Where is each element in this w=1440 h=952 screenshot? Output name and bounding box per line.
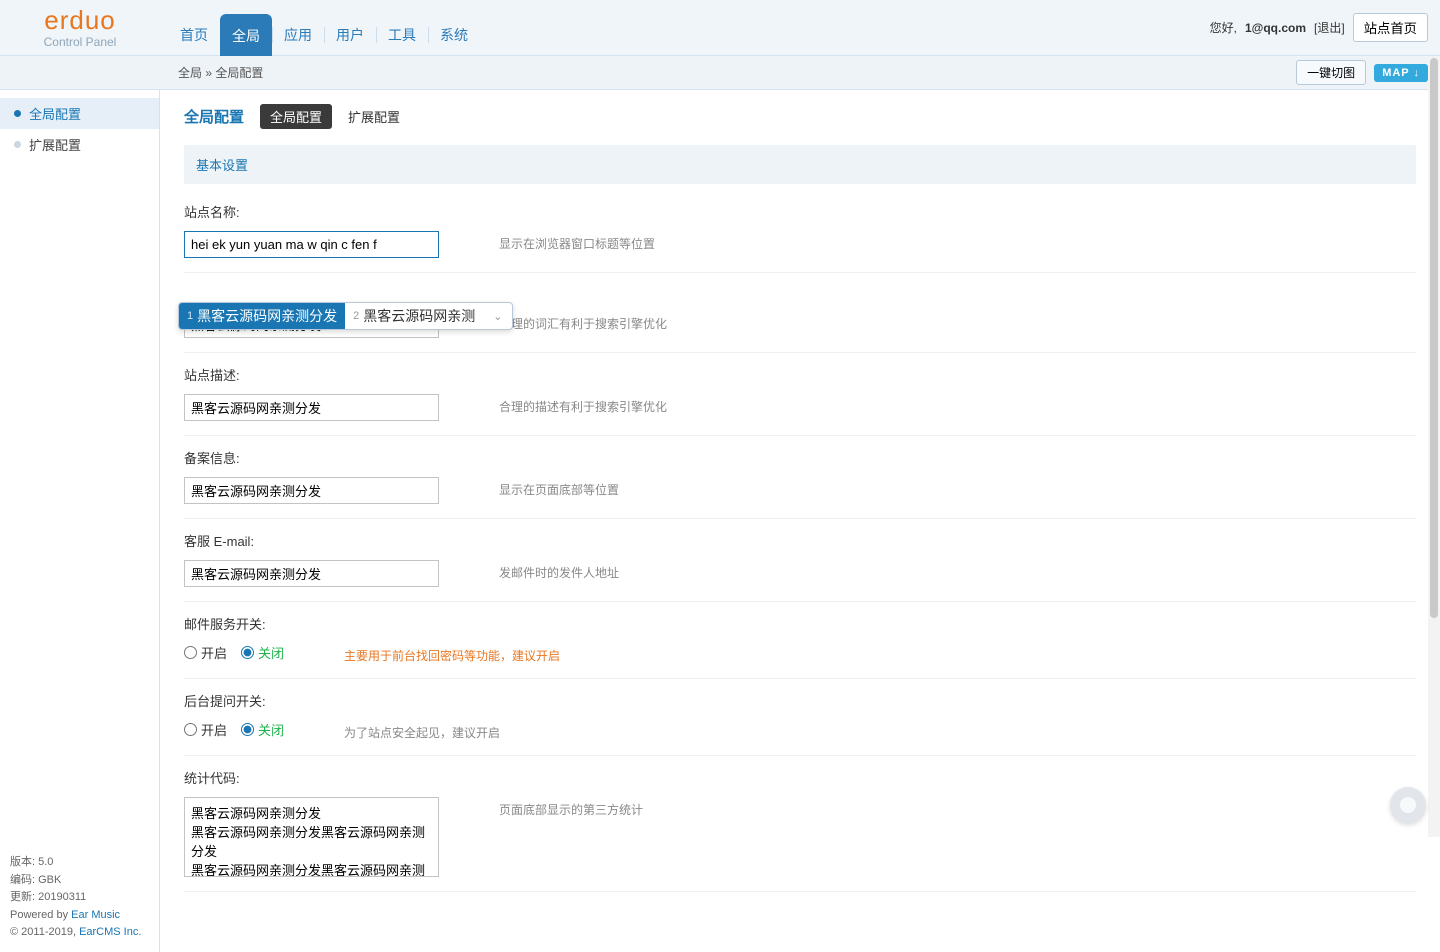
chevron-down-icon[interactable]: ⌄ bbox=[483, 310, 512, 323]
icp-input[interactable] bbox=[184, 477, 439, 504]
scrollbar-thumb[interactable] bbox=[1430, 58, 1438, 618]
help-bubble-button[interactable] bbox=[1390, 787, 1426, 823]
breadcrumb-actions: 一键切图 MAP ↓ bbox=[1296, 60, 1428, 85]
current-user: 1@qq.com bbox=[1245, 21, 1306, 35]
powered-by-text: Powered by Ear Music bbox=[10, 907, 149, 925]
site-name-input-wrap: 1 黑客云源码网亲测分发 2 黑客云源码网亲测 ⌄ bbox=[184, 231, 439, 258]
hint-email: 发邮件时的发件人地址 bbox=[499, 560, 619, 581]
stats-textarea[interactable] bbox=[184, 797, 439, 877]
update-text: 更新: 20190311 bbox=[10, 889, 149, 907]
sidebar-item-label: 扩展配置 bbox=[29, 135, 81, 154]
switch-layout-button[interactable]: 一键切图 bbox=[1296, 60, 1366, 85]
label-icp: 备案信息: bbox=[184, 448, 1416, 467]
row-stats: 统计代码: 页面底部显示的第三方统计 bbox=[184, 756, 1416, 892]
email-input[interactable] bbox=[184, 560, 439, 587]
sidebar-list: 全局配置 扩展配置 bbox=[0, 98, 159, 846]
row-email: 客服 E-mail: 发邮件时的发件人地址 bbox=[184, 519, 1416, 602]
question-switch-off[interactable]: 关闭 bbox=[241, 720, 284, 739]
breadcrumb-bar: 全局 » 全局配置 一键切图 MAP ↓ bbox=[0, 56, 1440, 90]
section-basic-settings: 基本设置 bbox=[184, 145, 1416, 184]
main-layout: 全局配置 扩展配置 版本: 5.0 编码: GBK 更新: 20190311 P… bbox=[0, 90, 1440, 952]
question-switch-radios: 开启 关闭 bbox=[184, 720, 284, 739]
hint-site-desc: 合理的描述有利于搜索引擎优化 bbox=[499, 394, 667, 415]
bullet-icon bbox=[14, 141, 21, 148]
hint-question-switch: 为了站点安全起见，建议开启 bbox=[344, 720, 500, 741]
version-text: 版本: 5.0 bbox=[10, 854, 149, 872]
breadcrumb: 全局 » 全局配置 bbox=[178, 64, 263, 81]
topnav-home[interactable]: 首页 bbox=[168, 17, 220, 55]
powered-by-link[interactable]: Ear Music bbox=[71, 909, 120, 921]
mail-switch-on[interactable]: 开启 bbox=[184, 643, 227, 662]
hint-mail-switch: 主要用于前台找回密码等功能，建议开启 bbox=[344, 643, 560, 664]
topnav-app[interactable]: 应用 bbox=[272, 17, 324, 55]
greeting-text: 您好, bbox=[1210, 19, 1237, 36]
sidebar-item-label: 全局配置 bbox=[29, 104, 81, 123]
bullet-icon bbox=[14, 110, 21, 117]
mail-switch-off[interactable]: 关闭 bbox=[241, 643, 284, 662]
logout-link[interactable]: [退出] bbox=[1314, 19, 1345, 36]
brand-subtitle: Control Panel bbox=[44, 35, 117, 49]
hint-site-name: 显示在浏览器窗口标题等位置 bbox=[499, 231, 655, 252]
row-site-name: 站点名称: 1 黑客云源码网亲测分发 2 黑客云源码网亲测 ⌄ bbox=[184, 190, 1416, 273]
tab-ext-config[interactable]: 扩展配置 bbox=[348, 107, 400, 126]
copyright-text: © 2011-2019, EarCMS Inc. bbox=[10, 924, 149, 942]
brand-logo: erduo Control Panel bbox=[0, 0, 160, 55]
ime-candidate-popup[interactable]: 1 黑客云源码网亲测分发 2 黑客云源码网亲测 ⌄ bbox=[178, 302, 513, 330]
row-site-desc: 站点描述: 合理的描述有利于搜索引擎优化 bbox=[184, 353, 1416, 436]
site-name-input[interactable] bbox=[184, 231, 439, 258]
top-right: 您好, 1@qq.com [退出] 站点首页 bbox=[1210, 0, 1440, 55]
tab-global-config[interactable]: 全局配置 bbox=[260, 104, 332, 129]
map-button[interactable]: MAP ↓ bbox=[1374, 64, 1428, 82]
mail-switch-radios: 开启 关闭 bbox=[184, 643, 284, 662]
question-switch-on[interactable]: 开启 bbox=[184, 720, 227, 739]
top-nav: 首页 全局 应用 用户 工具 系统 bbox=[160, 0, 1210, 55]
row-mail-switch: 邮件服务开关: 开启 关闭 主要用于前台找回密码等功能，建议开启 bbox=[184, 602, 1416, 679]
label-site-desc: 站点描述: bbox=[184, 365, 1416, 384]
label-mail-switch: 邮件服务开关: bbox=[184, 614, 1416, 633]
topnav-user[interactable]: 用户 bbox=[324, 17, 376, 55]
top-bar: erduo Control Panel 首页 全局 应用 用户 工具 系统 您好… bbox=[0, 0, 1440, 56]
topnav-system[interactable]: 系统 bbox=[428, 17, 480, 55]
vertical-scrollbar[interactable] bbox=[1428, 56, 1440, 837]
row-icp: 备案信息: 显示在页面底部等位置 bbox=[184, 436, 1416, 519]
hint-stats: 页面底部显示的第三方统计 bbox=[499, 797, 643, 818]
row-question-switch: 后台提问开关: 开启 关闭 为了站点安全起见，建议开启 bbox=[184, 679, 1416, 756]
label-stats: 统计代码: bbox=[184, 768, 1416, 787]
hint-site-keywords: 合理的词汇有利于搜索引擎优化 bbox=[499, 311, 667, 332]
ime-candidate-1[interactable]: 1 黑客云源码网亲测分发 bbox=[179, 303, 345, 329]
hint-icp: 显示在页面底部等位置 bbox=[499, 477, 619, 498]
sidebar-item-global-config[interactable]: 全局配置 bbox=[0, 98, 159, 129]
page-header: 全局配置 全局配置 扩展配置 bbox=[184, 104, 1416, 129]
site-home-button[interactable]: 站点首页 bbox=[1353, 13, 1428, 42]
site-desc-input[interactable] bbox=[184, 394, 439, 421]
content-area: 全局配置 全局配置 扩展配置 基本设置 站点名称: 1 黑客云源码网亲测分发 2 bbox=[160, 90, 1440, 952]
brand-name: erduo bbox=[44, 7, 116, 33]
sidebar-item-ext-config[interactable]: 扩展配置 bbox=[0, 129, 159, 160]
label-email: 客服 E-mail: bbox=[184, 531, 1416, 550]
topnav-global[interactable]: 全局 bbox=[220, 14, 272, 56]
label-question-switch: 后台提问开关: bbox=[184, 691, 1416, 710]
label-site-name: 站点名称: bbox=[184, 202, 1416, 221]
sidebar: 全局配置 扩展配置 版本: 5.0 编码: GBK 更新: 20190311 P… bbox=[0, 90, 160, 952]
topnav-tool[interactable]: 工具 bbox=[376, 17, 428, 55]
ime-candidate-2[interactable]: 2 黑客云源码网亲测 bbox=[345, 303, 483, 329]
company-link[interactable]: EarCMS Inc. bbox=[79, 926, 141, 938]
encoding-text: 编码: GBK bbox=[10, 872, 149, 890]
page-title: 全局配置 bbox=[184, 106, 244, 127]
sidebar-footer: 版本: 5.0 编码: GBK 更新: 20190311 Powered by … bbox=[0, 846, 159, 952]
